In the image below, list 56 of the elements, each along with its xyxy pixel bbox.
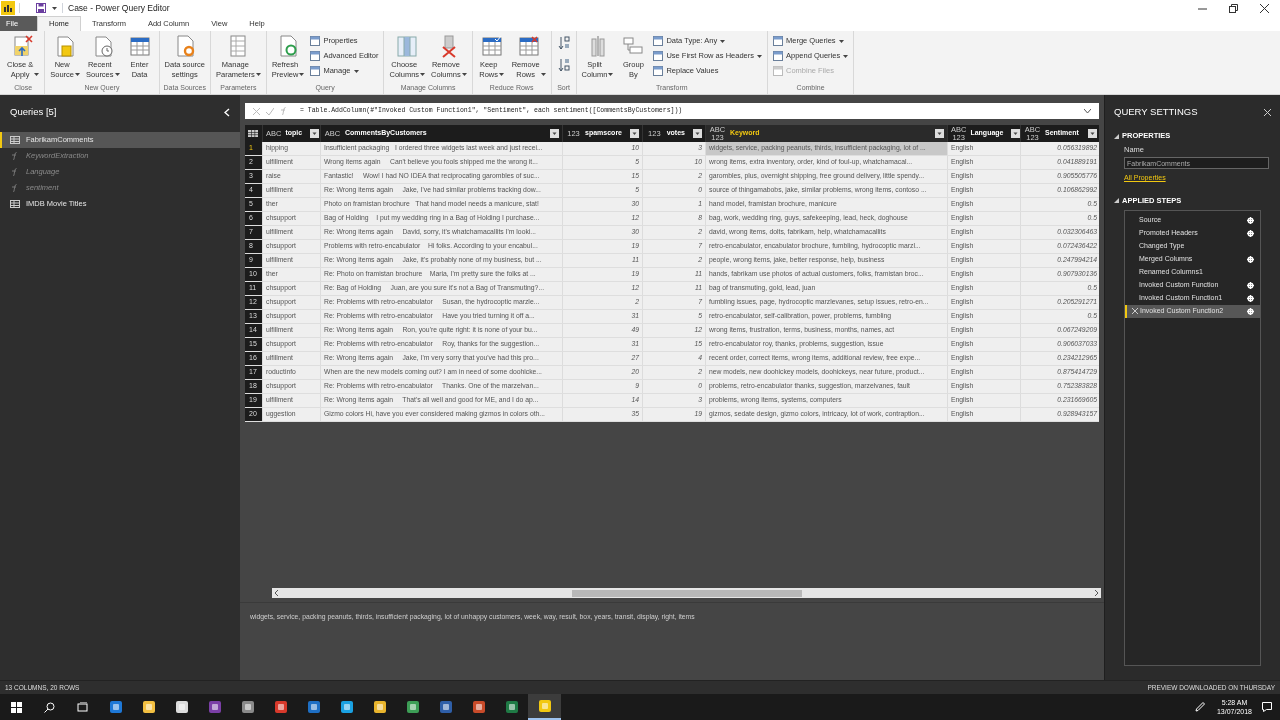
table-icon bbox=[10, 200, 20, 208]
columns-icon bbox=[395, 34, 420, 58]
caret-icon[interactable] bbox=[52, 6, 57, 10]
table-icon bbox=[127, 34, 152, 58]
function-icon bbox=[280, 107, 288, 115]
gear-icon[interactable] bbox=[1247, 281, 1254, 289]
check-icon bbox=[266, 107, 274, 115]
table-icon bbox=[773, 51, 783, 61]
gear-icon[interactable] bbox=[1247, 216, 1254, 224]
scrollbar-thumb[interactable] bbox=[572, 589, 802, 597]
panel-title: QUERY SETTINGS bbox=[1114, 104, 1198, 119]
document-icon bbox=[310, 36, 321, 46]
table-icon bbox=[653, 51, 664, 61]
table-icon bbox=[773, 36, 783, 46]
filter-dropdown-icon[interactable] bbox=[1011, 129, 1021, 138]
app-icon[interactable] bbox=[240, 700, 255, 714]
gear-icon[interactable] bbox=[1247, 229, 1254, 237]
document-icon bbox=[773, 66, 783, 76]
gear-icon[interactable] bbox=[1247, 255, 1254, 263]
table-remove-icon bbox=[516, 34, 541, 58]
table-menu-icon[interactable] bbox=[248, 130, 258, 137]
notification-icon[interactable] bbox=[1262, 702, 1272, 712]
restore-icon[interactable] bbox=[1229, 3, 1238, 13]
horizontal-scrollbar[interactable] bbox=[272, 588, 1101, 598]
search-icon[interactable] bbox=[44, 701, 55, 713]
collapse-icon[interactable] bbox=[224, 107, 230, 117]
app-icon[interactable] bbox=[438, 700, 453, 714]
collapse-triangle-icon bbox=[1114, 133, 1119, 139]
collapse-triangle-icon bbox=[1114, 198, 1119, 204]
windows-start-icon[interactable] bbox=[11, 701, 22, 713]
save-icon[interactable] bbox=[36, 3, 46, 13]
table-icon bbox=[10, 136, 20, 144]
app-icon[interactable] bbox=[405, 700, 420, 714]
table-icon bbox=[653, 36, 664, 46]
function-icon bbox=[10, 184, 20, 192]
function-icon bbox=[10, 168, 20, 176]
sort-descending-icon[interactable] bbox=[557, 58, 570, 72]
filter-dropdown-icon[interactable] bbox=[310, 129, 320, 138]
delete-step-icon[interactable] bbox=[1132, 308, 1138, 315]
expand-icon bbox=[1084, 109, 1091, 113]
table-check-icon bbox=[479, 34, 504, 58]
app-logo-icon bbox=[1, 1, 15, 15]
document-icon bbox=[310, 51, 321, 61]
sort-ascending-icon[interactable] bbox=[557, 36, 570, 50]
function-icon bbox=[10, 152, 20, 160]
table-icon bbox=[310, 66, 321, 76]
pen-icon[interactable] bbox=[1194, 702, 1205, 712]
task-view-icon[interactable] bbox=[77, 701, 88, 713]
panel-title: Queries [5] bbox=[10, 104, 57, 119]
window-title: Case - Power Query Editor bbox=[68, 1, 170, 15]
cancel-icon bbox=[253, 107, 260, 115]
document-icon bbox=[11, 34, 36, 58]
close-icon[interactable] bbox=[1260, 3, 1269, 13]
gear-icon[interactable] bbox=[1247, 307, 1254, 315]
gear-icon[interactable] bbox=[1247, 294, 1254, 302]
app-icon[interactable] bbox=[273, 700, 288, 714]
